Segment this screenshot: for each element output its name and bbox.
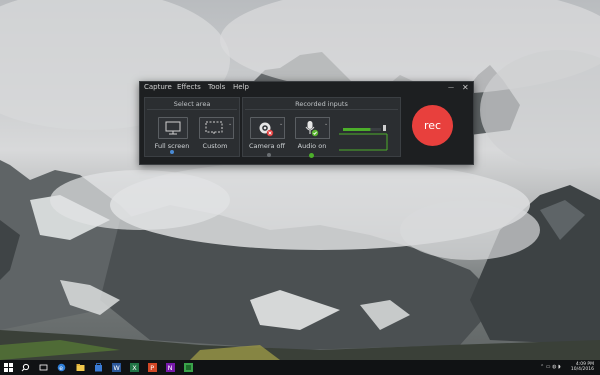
menu-tools[interactable]: Tools [208,83,225,91]
full-screen-label: Full screen [154,142,190,150]
close-button[interactable]: ✕ [462,82,469,94]
rec-button[interactable]: rec [412,105,453,146]
audio-volume-slider-handle[interactable] [309,153,314,158]
chevron-down-icon: ⌄ [228,121,233,127]
excel-icon[interactable]: X [130,363,139,372]
store-icon[interactable] [94,363,103,372]
file-explorer-icon[interactable] [76,363,85,372]
task-view-icon[interactable] [39,363,48,372]
audio-level-meter [339,125,388,151]
audio-level-peak-icon [383,125,386,131]
taskbar: e W X P N ⌃ ▭ ◍ ◗ 4:09 PM 10/4/2016 [0,360,600,375]
word-icon[interactable]: W [112,363,121,372]
full-screen-selected-indicator [170,150,174,154]
menu-effects[interactable]: Effects [177,83,201,91]
chevron-down-icon: ⌄ [324,121,329,127]
audio-on-badge [311,129,319,137]
recorded-inputs-title: Recorded inputs [295,100,348,108]
svg-text:P: P [150,364,154,372]
select-area-title: Select area [173,100,211,108]
audio-level-fill [343,128,371,131]
custom-area-button[interactable] [199,117,229,139]
audio-label: Audio on [297,142,327,150]
camtasia-icon[interactable] [184,363,193,372]
svg-text:X: X [132,364,137,372]
chevron-down-icon: ⌄ [279,121,284,127]
clock[interactable]: 4:09 PM 10/4/2016 [566,362,594,372]
camera-indicator-dot [267,153,271,157]
system-tray-icons[interactable]: ⌃ ▭ ◍ ◗ [540,364,561,370]
minimize-button[interactable]: — [448,82,454,94]
recorded-inputs-panel: Recorded inputs ⌄ Camera off ⌄ Audio on [242,97,401,158]
svg-text:N: N [168,364,173,372]
microphone-icon [305,121,319,137]
svg-text:e: e [59,365,63,372]
audio-toggle-button[interactable] [295,117,325,139]
svg-text:W: W [113,364,120,372]
desktop-wallpaper: Capture Effects Tools Help — ✕ Select ar… [0,0,600,375]
full-screen-button[interactable] [158,117,188,139]
menu-capture[interactable]: Capture [144,83,172,91]
mountain-wallpaper [0,0,600,360]
search-icon[interactable] [21,363,30,372]
camera-label: Camera off [248,142,286,150]
onenote-icon[interactable]: N [166,363,175,372]
camera-dropdown[interactable]: ⌄ [279,117,285,139]
clock-date: 10/4/2016 [570,367,594,372]
camera-toggle-button[interactable] [250,117,280,139]
windows-start-icon[interactable] [4,363,13,372]
webcam-icon [259,122,274,137]
monitor-icon [165,121,181,135]
menu-bar: Capture Effects Tools Help — ✕ [140,82,473,95]
custom-label: Custom [202,142,228,150]
custom-area-dropdown[interactable]: ⌄ [228,117,234,139]
custom-region-icon [205,121,223,134]
select-area-panel: Select area Full screen ⌄ Custom [144,97,240,157]
audio-dropdown[interactable]: ⌄ [324,117,330,139]
edge-browser-icon[interactable]: e [57,363,66,372]
menu-help[interactable]: Help [233,83,249,91]
powerpoint-icon[interactable]: P [148,363,157,372]
